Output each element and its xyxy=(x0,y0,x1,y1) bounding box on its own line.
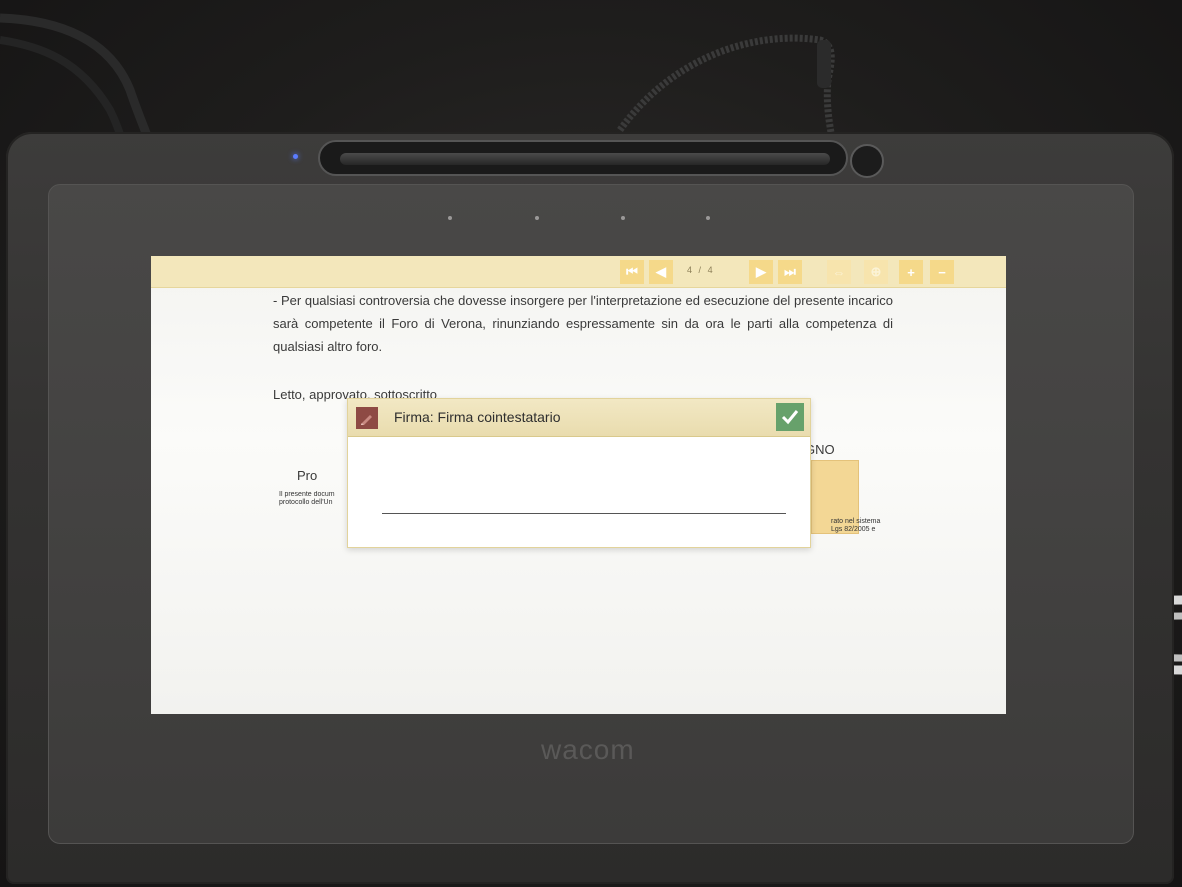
first-page-button[interactable]: ⏮ xyxy=(620,260,644,284)
right-small-text: rato nel sistema Lgs 82/2005 e xyxy=(831,518,880,534)
prev-page-icon: ◀ xyxy=(656,264,666,279)
pen-holder xyxy=(318,140,848,176)
stylus-pen[interactable] xyxy=(340,153,830,165)
zoom-out-button[interactable]: − xyxy=(930,260,954,284)
fit-width-icon: ⇔ xyxy=(832,264,846,280)
first-page-icon: ⏮ xyxy=(626,264,638,279)
signature-pen-icon xyxy=(356,407,378,429)
pen-holder-button[interactable] xyxy=(850,144,884,178)
last-page-icon: ⏭ xyxy=(784,264,796,279)
zoom-out-icon: − xyxy=(938,264,946,280)
brand-logo: wacom xyxy=(541,734,635,765)
document-paragraph: - Per qualsiasi controversia che dovesse… xyxy=(273,293,893,354)
next-page-icon: ▶ xyxy=(756,264,766,279)
right-small-line-2: Lgs 82/2005 e xyxy=(831,526,876,533)
confirm-button[interactable] xyxy=(776,403,804,431)
fit-page-icon: ⊕ xyxy=(870,264,882,279)
zoom-in-button[interactable]: + xyxy=(899,260,923,284)
hardware-key-1[interactable] xyxy=(448,216,452,220)
page-current: 4 xyxy=(687,265,695,275)
left-small-line-2: protocollo dell'Un xyxy=(279,499,333,506)
hardware-key-4[interactable] xyxy=(706,216,710,220)
prev-page-button[interactable]: ◀ xyxy=(649,260,673,284)
hardware-key-2[interactable] xyxy=(535,216,539,220)
power-led-icon xyxy=(293,154,298,159)
dialog-header: Firma: Firma cointestatario xyxy=(348,399,810,437)
fit-page-button[interactable]: ⊕ xyxy=(864,260,888,284)
page-separator: / xyxy=(698,265,704,275)
left-small-line-1: Il presente docum xyxy=(279,491,335,498)
left-signature-label: Pro xyxy=(297,468,318,483)
zoom-in-icon: + xyxy=(907,264,915,280)
right-small-line-1: rato nel sistema xyxy=(831,518,881,525)
checkmark-icon xyxy=(781,410,799,425)
document-toolbar: ⏮ ◀ 4 / 4 ▶ ⏭ ⇔ ⊕ + − xyxy=(151,256,1006,288)
last-page-button[interactable]: ⏭ xyxy=(778,260,802,284)
next-page-button[interactable]: ▶ xyxy=(749,260,773,284)
signature-baseline[interactable] xyxy=(382,513,786,514)
fit-width-button[interactable]: ⇔ xyxy=(827,260,851,284)
dialog-title: Firma: Firma cointestatario xyxy=(394,409,561,425)
signature-dialog: Firma: Firma cointestatario xyxy=(347,398,811,548)
page-indicator: 4 / 4 xyxy=(687,265,715,275)
tablet-screen: ⏮ ◀ 4 / 4 ▶ ⏭ ⇔ ⊕ + − - Per qualsiasi co… xyxy=(151,256,1006,714)
page-total: 4 xyxy=(707,265,715,275)
hardware-key-3[interactable] xyxy=(621,216,625,220)
left-small-text: Il presente docum protocollo dell'Un xyxy=(279,491,343,507)
